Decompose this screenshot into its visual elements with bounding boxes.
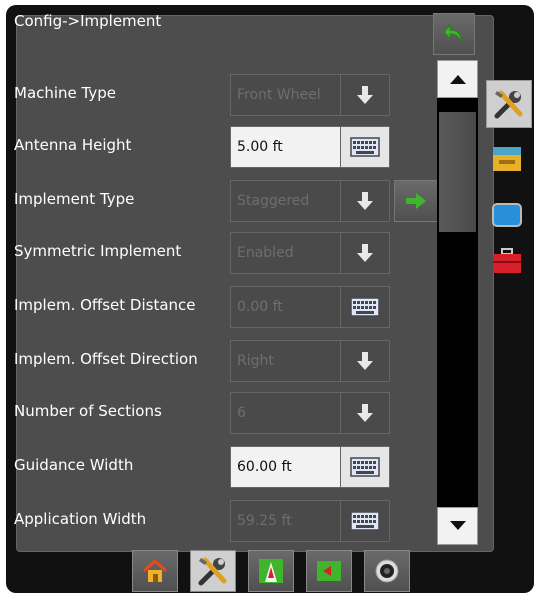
setting-row-application-width: Application Width 59.25 ft [14,500,434,542]
setting-label: Machine Type [14,84,117,102]
setting-row-implem-offset-distance: Implem. Offset Distance 0.00 ft [14,286,434,328]
field-value: 5.00 ft [237,139,283,155]
setting-label: Number of Sections [14,402,162,420]
implem-offset-distance-field: 0.00 ft [230,286,390,328]
triangle-up-icon [449,75,466,84]
keyboard-icon [350,457,380,477]
setting-row-symmetric-implement: Symmetric Implement Enabled [14,232,434,274]
right-arrow-icon [406,193,426,209]
side-tab-console[interactable] [486,138,528,180]
bottom-nav [122,548,428,592]
antenna-height-field[interactable]: 5.00 ft [230,126,390,168]
setting-label: Symmetric Implement [14,242,182,260]
implement-type-field: Staggered [230,180,390,222]
side-tab-toolbox[interactable] [486,240,528,282]
setting-label: Application Width [14,510,147,528]
keyboard-icon [350,297,380,317]
side-tab-tools[interactable] [486,80,532,128]
setting-label: Implement Type [14,190,135,208]
nav-guidance[interactable] [248,550,294,592]
setting-row-guidance-width: Guidance Width 60.00 ft [14,446,434,488]
scroll-up-button[interactable] [437,60,478,98]
nav-tools[interactable] [190,550,236,592]
home-icon [142,558,168,582]
field-value: 6 [237,405,246,421]
setting-label: Implem. Offset Direction [14,350,198,368]
dropdown-button [340,233,389,273]
down-arrow-icon [357,86,373,104]
implement-type-next-button[interactable] [394,180,438,222]
field-value: Enabled [237,245,294,261]
application-width-field: 59.25 ft [230,500,390,542]
page-title: Config->Implement [14,12,162,30]
toolbox-icon [493,248,521,273]
number-of-sections-field: 6 [230,392,390,434]
keyboard-button[interactable] [340,127,389,167]
dropdown-button [340,181,389,221]
dropdown-button [340,393,389,433]
field-value: Front Wheel [237,87,321,103]
dropdown-button [340,75,389,115]
guidance-width-field[interactable]: 60.00 ft [230,446,390,488]
nav-map[interactable] [306,550,352,592]
scroll-down-button[interactable] [437,507,478,545]
keyboard-button [340,501,389,541]
scroll-thumb[interactable] [439,112,476,232]
down-arrow-icon [357,244,373,262]
field-value: 60.00 ft [237,459,292,475]
machine-type-field: Front Wheel [230,74,390,116]
field-value: Right [237,353,274,369]
down-arrow-icon [357,192,373,210]
back-button[interactable] [433,13,475,55]
implem-offset-direction-field: Right [230,340,390,382]
setting-row-machine-type: Machine Type Front Wheel [14,74,434,116]
setting-label: Guidance Width [14,456,134,474]
nav-home[interactable] [132,550,178,592]
down-arrow-icon [357,352,373,370]
field-value: Staggered [237,193,310,209]
map-icon [317,561,341,581]
side-tab-display[interactable] [486,194,528,236]
display-icon [492,203,522,227]
tools-icon [494,90,523,119]
keyboard-button [340,287,389,327]
keyboard-icon [350,137,380,157]
setting-row-implem-offset-direction: Implem. Offset Direction Right [14,340,434,382]
symmetric-implement-field: Enabled [230,232,390,274]
field-value: 59.25 ft [237,513,292,529]
setting-row-number-of-sections: Number of Sections 6 [14,392,434,434]
setting-label: Antenna Height [14,136,132,154]
undo-arrow-icon [443,23,462,43]
camera-icon [375,559,399,583]
scrollbar[interactable] [437,60,478,545]
keyboard-icon [350,511,380,531]
setting-label: Implem. Offset Distance [14,296,196,314]
setting-row-antenna-height: Antenna Height 5.00 ft [14,126,434,168]
field-value: 0.00 ft [237,299,283,315]
triangle-down-icon [449,521,466,530]
setting-row-implement-type: Implement Type Staggered [14,180,438,222]
tools-icon [198,557,227,586]
console-icon [493,147,521,171]
dropdown-button [340,341,389,381]
keyboard-button[interactable] [340,447,389,487]
down-arrow-icon [357,404,373,422]
nav-camera[interactable] [364,550,410,592]
guidance-icon [259,559,283,583]
